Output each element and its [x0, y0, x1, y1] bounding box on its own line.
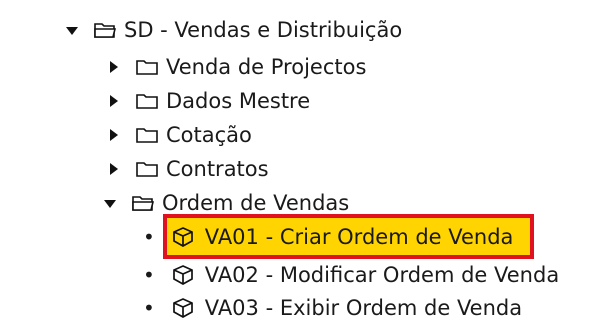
transaction-va03[interactable]: • VA03 - Exibir Ordem de Venda	[143, 290, 522, 326]
folder-icon	[136, 162, 158, 177]
tree-node-dados-mestre[interactable]: Dados Mestre	[108, 83, 310, 119]
tree-node-contratos[interactable]: Contratos	[108, 151, 269, 187]
bullet-icon: •	[143, 296, 155, 320]
transaction-label: VA01 - Criar Ordem de Venda	[204, 224, 514, 249]
tree-node-cotacao[interactable]: Cotação	[108, 117, 252, 153]
transaction-label: VA02 - Modificar Ordem de Venda	[204, 262, 560, 287]
expand-arrow-down-icon[interactable]	[66, 27, 78, 35]
transaction-cube-icon	[172, 265, 193, 285]
tree-node-label: Dados Mestre	[166, 88, 311, 113]
transaction-cube-icon	[172, 298, 193, 318]
expand-arrow-right-icon[interactable]	[110, 163, 118, 175]
open-folder-icon	[132, 196, 154, 211]
tree-node-sd[interactable]: SD - Vendas e Distribuição	[66, 12, 402, 48]
transaction-va01[interactable]: • VA01 - Criar Ordem de Venda	[143, 219, 513, 255]
tree-node-label: SD - Vendas e Distribuição	[124, 17, 403, 42]
expand-arrow-right-icon[interactable]	[110, 61, 118, 73]
transaction-label: VA03 - Exibir Ordem de Venda	[204, 295, 523, 320]
open-folder-icon	[94, 23, 116, 38]
expand-arrow-right-icon[interactable]	[110, 129, 118, 141]
tree-node-ordem-de-vendas[interactable]: Ordem de Vendas	[104, 185, 349, 221]
folder-icon	[136, 94, 158, 109]
tree-node-label: Venda de Projectos	[166, 54, 367, 79]
transaction-va02[interactable]: • VA02 - Modificar Ordem de Venda	[143, 257, 559, 293]
bullet-icon: •	[143, 263, 155, 287]
tree-node-label: Cotação	[166, 122, 252, 147]
tree-node-label: Ordem de Vendas	[162, 190, 350, 215]
expand-arrow-right-icon[interactable]	[110, 95, 118, 107]
tree-node-label: Contratos	[166, 156, 269, 181]
transaction-cube-icon	[172, 227, 193, 247]
tree-node-venda-de-projectos[interactable]: Venda de Projectos	[108, 49, 366, 85]
folder-icon	[136, 60, 158, 75]
sap-menu-tree: SD - Vendas e Distribuição Venda de Proj…	[0, 0, 593, 325]
expand-arrow-down-icon[interactable]	[104, 200, 116, 208]
bullet-icon: •	[143, 225, 155, 249]
folder-icon	[136, 128, 158, 143]
